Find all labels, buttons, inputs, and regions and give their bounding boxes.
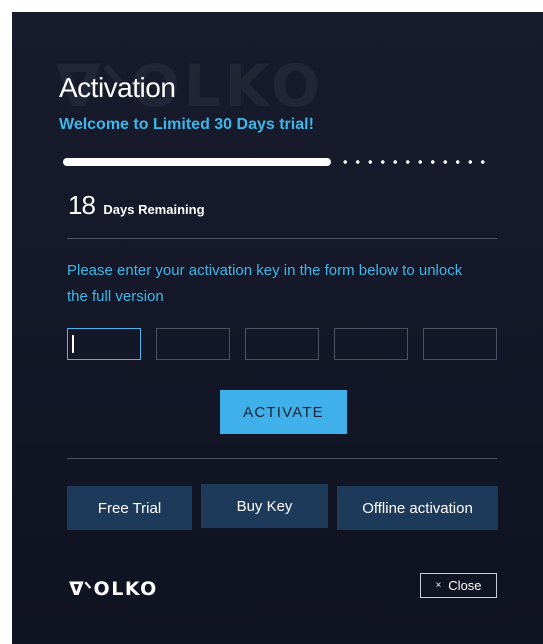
activation-instructions: Please enter your activation key in the … — [67, 262, 463, 305]
key-field-4[interactable] — [334, 328, 408, 360]
trial-progress-remaining — [335, 160, 489, 164]
trial-progress-bar — [63, 158, 489, 166]
days-remaining-count: 18 — [68, 190, 96, 220]
page-title: Activation — [59, 72, 176, 103]
activation-key-fields — [67, 328, 499, 360]
close-button-label: Close — [448, 578, 482, 593]
text-caret — [72, 335, 74, 353]
key-field-1-wrapper — [67, 328, 141, 360]
close-icon: × — [435, 580, 442, 591]
divider-top — [67, 238, 497, 239]
activate-button[interactable]: ACTIVATE — [220, 390, 347, 434]
key-field-2[interactable] — [156, 328, 230, 360]
key-field-3[interactable] — [245, 328, 319, 360]
close-button[interactable]: × Close — [420, 573, 497, 598]
buy-key-button[interactable]: Buy Key — [201, 484, 328, 528]
trial-progress-fill — [63, 158, 331, 166]
days-remaining: 18 Days Remaining — [68, 190, 205, 221]
divider-bottom — [67, 458, 497, 459]
offline-activation-button[interactable]: Offline activation — [337, 486, 498, 530]
activation-dialog: ᐫOLKO Activation Welcome to Limited 30 D… — [12, 12, 543, 644]
key-field-1[interactable] — [67, 328, 141, 360]
trial-subtitle: Welcome to Limited 30 Days trial! — [59, 116, 314, 133]
brand-logo: ᐫOLKO — [69, 578, 158, 600]
key-field-5[interactable] — [423, 328, 497, 360]
days-remaining-label: Days Remaining — [103, 202, 205, 217]
free-trial-button[interactable]: Free Trial — [67, 486, 192, 530]
